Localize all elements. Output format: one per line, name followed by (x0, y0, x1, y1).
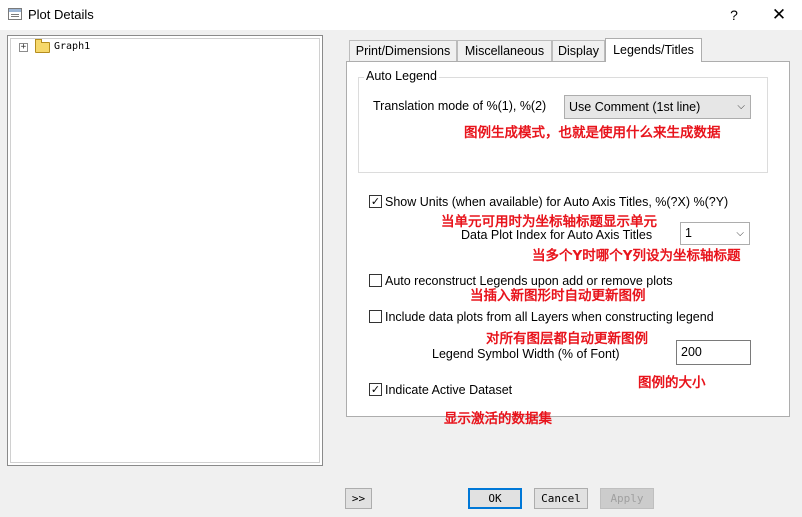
folder-icon (35, 39, 50, 53)
window-title: Plot Details (28, 7, 94, 22)
show-units-annotation: 当单元可用时为坐标轴标题显示单元 (441, 214, 657, 230)
auto-reconstruct-checkbox[interactable] (369, 274, 382, 287)
symbol-width-input[interactable]: 200 (676, 340, 751, 365)
chevron-down-icon: ⌵ (737, 101, 745, 112)
tab-legends-titles[interactable]: Legends/Titles (605, 38, 702, 62)
indicate-active-annotation: 显示激活的数据集 (444, 411, 552, 427)
include-all-layers-checkbox[interactable] (369, 310, 382, 323)
expand-more-button[interactable]: >> (345, 488, 372, 509)
auto-legend-group-title: Auto Legend (364, 69, 439, 83)
data-plot-index-label: Data Plot Index for Auto Axis Titles (461, 228, 653, 242)
show-units-label: Show Units (when available) for Auto Axi… (385, 195, 729, 209)
translation-mode-annotation: 图例生成模式，也就是使用什么来生成数据 (464, 125, 721, 141)
tree-item-graph1[interactable]: Graph1 (54, 41, 90, 52)
translation-mode-value: Use Comment (1st line) (569, 100, 701, 114)
ok-button[interactable]: OK (468, 488, 522, 509)
tree-inner-border (10, 38, 320, 463)
expand-toggle-icon[interactable]: + (19, 43, 28, 52)
translation-mode-label: Translation mode of %(1), %(2) (373, 99, 547, 113)
include-all-layers-annotation: 对所有图层都自动更新图例 (486, 331, 648, 347)
data-plot-index-select[interactable]: 1 ⌵ (680, 222, 750, 245)
show-units-checkbox[interactable]: ✓ (369, 195, 382, 208)
tab-miscellaneous[interactable]: Miscellaneous (457, 40, 552, 61)
window-icon (8, 8, 22, 20)
data-plot-index-value: 1 (685, 226, 692, 240)
cancel-button[interactable]: Cancel (534, 488, 588, 509)
close-button[interactable]: ✕ (764, 3, 794, 27)
apply-button[interactable]: Apply (600, 488, 654, 509)
plot-tree-panel[interactable]: + Graph1 (7, 35, 323, 466)
tab-display[interactable]: Display (552, 40, 605, 61)
data-plot-index-annotation: 当多个Y时哪个Y列设为坐标轴标题 (532, 248, 741, 264)
auto-reconstruct-annotation: 当插入新图形时自动更新图例 (470, 288, 646, 304)
indicate-active-checkbox[interactable]: ✓ (369, 383, 382, 396)
include-all-layers-label: Include data plots from all Layers when … (385, 310, 714, 324)
translation-mode-select[interactable]: Use Comment (1st line) ⌵ (564, 95, 751, 119)
tab-print-dimensions[interactable]: Print/Dimensions (349, 40, 457, 61)
title-bar (0, 0, 802, 30)
help-button[interactable]: ? (722, 3, 746, 27)
chevron-down-icon: ⌵ (736, 228, 744, 239)
indicate-active-label: Indicate Active Dataset (385, 383, 513, 397)
symbol-width-label: Legend Symbol Width (% of Font) (432, 347, 620, 361)
symbol-width-annotation: 图例的大小 (638, 375, 706, 391)
